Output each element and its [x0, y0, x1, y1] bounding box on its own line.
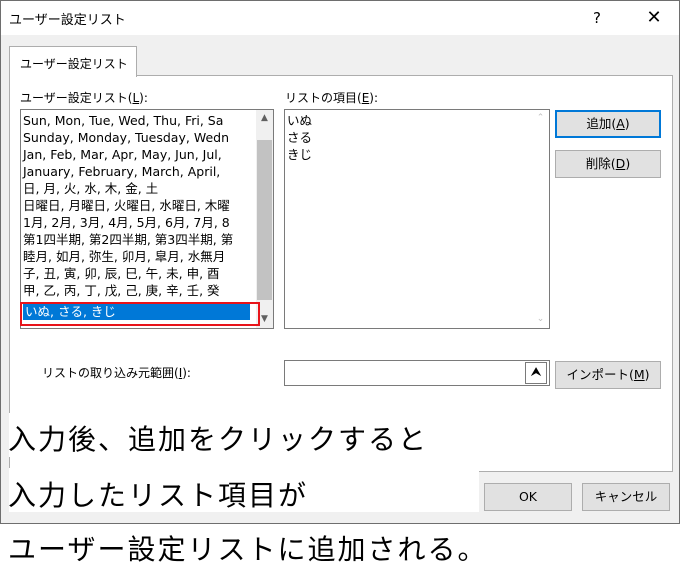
list-item[interactable]: 1月, 2月, 3月, 4月, 5月, 6月, 7月, 8	[23, 214, 230, 231]
list-item[interactable]: 甲, 乙, 丙, 丁, 戊, 己, 庚, 辛, 壬, 癸	[23, 282, 220, 299]
tab-label: ユーザー設定リスト	[20, 57, 128, 71]
scroll-down-icon[interactable]: ⌄	[532, 311, 549, 328]
scroll-thumb[interactable]	[257, 140, 272, 300]
custom-lists-label: ユーザー設定リスト(L):	[20, 91, 148, 105]
custom-lists-listbox[interactable]: Sun, Mon, Tue, Wed, Thu, Fri, Sa Sunday,…	[20, 109, 274, 329]
entry-line: いぬ	[287, 113, 313, 128]
annotation-line-3: ユーザー設定リストに追加される。	[8, 533, 488, 566]
list-item[interactable]: 日, 月, 火, 水, 木, 金, 土	[23, 180, 158, 197]
close-button[interactable]: ✕	[641, 5, 667, 31]
help-button[interactable]: ?	[585, 7, 609, 29]
add-button[interactable]: 追加(A)	[555, 110, 661, 138]
import-range-label: リストの取り込み元範囲(I):	[42, 366, 191, 380]
tab-custom-lists[interactable]: ユーザー設定リスト	[9, 46, 137, 77]
scroll-up-icon[interactable]: ▲	[256, 110, 273, 127]
list-item[interactable]: January, February, March, April,	[23, 163, 220, 180]
import-button[interactable]: インポート(M)	[555, 361, 661, 389]
collapse-dialog-icon[interactable]: ⮝	[525, 362, 547, 384]
cancel-button[interactable]: キャンセル	[582, 483, 670, 511]
annotation-line-2: 入力したリスト項目が	[8, 479, 309, 512]
selection-highlight-box	[20, 302, 260, 326]
entry-line: きじ	[287, 147, 313, 162]
list-item[interactable]: 睦月, 如月, 弥生, 卯月, 皐月, 水無月	[23, 248, 225, 265]
list-item[interactable]: 第1四半期, 第2四半期, 第3四半期, 第	[23, 231, 233, 248]
list-item[interactable]: 子, 丑, 寅, 卯, 辰, 巳, 午, 未, 申, 酉	[23, 265, 220, 282]
list-entries-textarea[interactable]: いぬ さる きじ ⌃ ⌄	[284, 109, 550, 329]
import-range-input[interactable]: ⮝	[284, 360, 550, 386]
list-entries-label: リストの項目(E):	[285, 91, 379, 105]
lists-scrollbar[interactable]: ▲ ▼	[256, 110, 273, 328]
title-bar: ユーザー設定リスト ? ✕	[1, 1, 679, 35]
list-item[interactable]: Jan, Feb, Mar, Apr, May, Jun, Jul,	[23, 146, 222, 163]
ok-button[interactable]: OK	[484, 483, 572, 511]
entries-scrollbar[interactable]: ⌃ ⌄	[532, 110, 549, 328]
list-item[interactable]: 日曜日, 月曜日, 火曜日, 水曜日, 木曜	[23, 197, 230, 214]
list-item[interactable]: Sun, Mon, Tue, Wed, Thu, Fri, Sa	[23, 112, 223, 129]
entry-line: さる	[287, 130, 313, 145]
scroll-up-icon[interactable]: ⌃	[532, 110, 549, 127]
window-title: ユーザー設定リスト	[9, 13, 126, 28]
annotation-line-1: 入力後、追加をクリックすると	[8, 423, 429, 456]
list-item[interactable]: Sunday, Monday, Tuesday, Wedn	[23, 129, 229, 146]
delete-button[interactable]: 削除(D)	[555, 150, 661, 178]
